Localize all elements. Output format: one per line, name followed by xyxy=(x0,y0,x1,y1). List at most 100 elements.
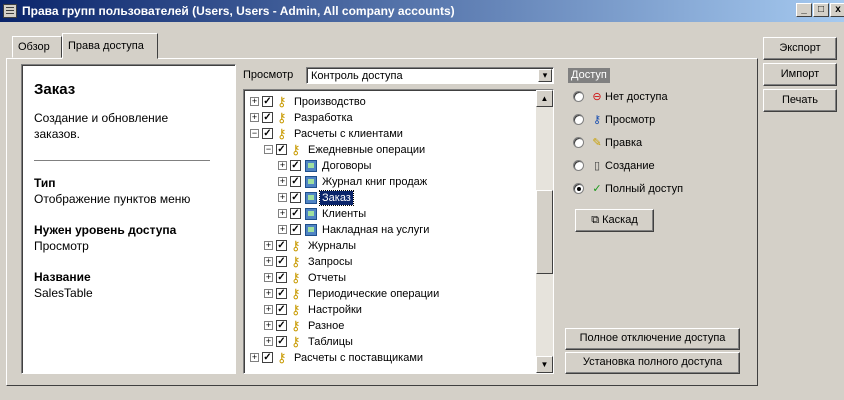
tree-node[interactable]: + ✓ Накладная на услуги xyxy=(244,222,536,238)
tab-access-rights[interactable]: Права доступа xyxy=(62,33,158,59)
expand-icon[interactable]: + xyxy=(264,289,273,298)
tree-checkbox[interactable]: ✓ xyxy=(276,304,287,315)
expand-icon[interactable]: + xyxy=(250,113,259,122)
tree-node[interactable]: + ✓ ⚷ Таблицы xyxy=(244,334,536,350)
tree-checkbox[interactable]: ✓ xyxy=(276,320,287,331)
set-full-access-button[interactable]: Установка полного доступа xyxy=(565,352,740,374)
tree-checkbox[interactable]: ✓ xyxy=(262,96,273,107)
tree-checkbox[interactable]: ✓ xyxy=(276,256,287,267)
tree-checkbox[interactable]: ✓ xyxy=(276,336,287,347)
tree-node-label[interactable]: Расчеты с поставщиками xyxy=(292,352,425,364)
collapse-icon[interactable]: − xyxy=(250,129,259,138)
tree-node[interactable]: + ✓ ⚷ Периодические операции xyxy=(244,286,536,302)
tree-node[interactable]: + ✓ Клиенты xyxy=(244,206,536,222)
view-select-value: Контроль доступа xyxy=(311,70,403,82)
access-radio[interactable] xyxy=(573,114,584,125)
maximize-button[interactable]: □ xyxy=(813,3,829,17)
collapse-icon[interactable]: − xyxy=(264,145,273,154)
export-button[interactable]: Экспорт xyxy=(763,37,837,60)
expand-icon[interactable]: + xyxy=(264,305,273,314)
expand-icon[interactable]: + xyxy=(250,97,259,106)
expand-icon[interactable]: + xyxy=(250,353,259,362)
access-radio[interactable] xyxy=(573,137,584,148)
tree-node-label[interactable]: Накладная на услуги xyxy=(320,224,431,236)
tree-node-label[interactable]: Таблицы xyxy=(306,336,355,348)
tab-overview[interactable]: Обзор xyxy=(12,36,62,58)
tree-node-label[interactable]: Разработка xyxy=(292,112,355,124)
expand-icon[interactable]: + xyxy=(278,193,287,202)
expand-icon[interactable]: + xyxy=(264,257,273,266)
tree-node-label[interactable]: Настройки xyxy=(306,304,364,316)
tree-checkbox[interactable]: ✓ xyxy=(262,112,273,123)
tree-node-label[interactable]: Клиенты xyxy=(320,208,368,220)
tree-checkbox[interactable]: ✓ xyxy=(290,208,301,219)
access-option-label[interactable]: Полный доступ xyxy=(605,183,683,195)
access-radio[interactable] xyxy=(573,160,584,171)
expand-icon[interactable]: + xyxy=(264,337,273,346)
scroll-down-icon[interactable]: ▼ xyxy=(536,356,553,373)
tree-checkbox[interactable]: ✓ xyxy=(276,272,287,283)
import-button[interactable]: Импорт xyxy=(763,63,837,86)
tree-node[interactable]: + ✓ ⚷ Расчеты с поставщиками xyxy=(244,350,536,366)
tree-node-label[interactable]: Разное xyxy=(306,320,346,332)
tree-node[interactable]: + ✓ ⚷ Разработка xyxy=(244,110,536,126)
tree-node[interactable]: + ✓ ⚷ Разное xyxy=(244,318,536,334)
expand-icon[interactable]: + xyxy=(264,241,273,250)
tree-checkbox[interactable]: ✓ xyxy=(290,192,301,203)
tree-node-label[interactable]: Журнал книг продаж xyxy=(320,176,429,188)
tree-checkbox[interactable]: ✓ xyxy=(262,128,273,139)
tree-node[interactable]: + ✓ ⚷ Журналы xyxy=(244,238,536,254)
tree-node-label[interactable]: Расчеты с клиентами xyxy=(292,128,405,140)
access-tree[interactable]: ▲ ▼ + ✓ ⚷ Производство + ✓ ⚷ Разработка − ✓ ⚷ Расче… xyxy=(243,89,554,374)
tree-node-label[interactable]: Заказ xyxy=(319,190,354,206)
tree-node-label[interactable]: Производство xyxy=(292,96,368,108)
tree-node[interactable]: + ✓ ⚷ Отчеты xyxy=(244,270,536,286)
tree-node[interactable]: + ✓ ⚷ Запросы xyxy=(244,254,536,270)
print-button[interactable]: Печать xyxy=(763,89,837,112)
tree-node-label[interactable]: Периодические операции xyxy=(306,288,441,300)
tree-checkbox[interactable]: ✓ xyxy=(276,288,287,299)
scroll-thumb[interactable] xyxy=(536,190,553,274)
access-radio[interactable] xyxy=(573,183,584,194)
close-button[interactable]: x xyxy=(830,3,844,17)
tree-checkbox[interactable]: ✓ xyxy=(276,144,287,155)
scroll-up-icon[interactable]: ▲ xyxy=(536,90,553,107)
expand-icon[interactable]: + xyxy=(278,225,287,234)
tree-node[interactable]: + ✓ Договоры xyxy=(244,158,536,174)
tree-node[interactable]: − ✓ ⚷ Ежедневные операции xyxy=(244,142,536,158)
tree-checkbox[interactable]: ✓ xyxy=(290,224,301,235)
tree-checkbox[interactable]: ✓ xyxy=(290,160,301,171)
tree-node-label[interactable]: Журналы xyxy=(306,240,358,252)
tree-node-label[interactable]: Отчеты xyxy=(306,272,348,284)
cascade-button[interactable]: ⧉ Каскад xyxy=(575,209,654,232)
expand-icon[interactable]: + xyxy=(264,321,273,330)
expand-icon[interactable]: + xyxy=(278,161,287,170)
window-menu-icon[interactable] xyxy=(3,4,17,18)
tree-node-label[interactable]: Ежедневные операции xyxy=(306,144,427,156)
tree-node[interactable]: − ✓ ⚷ Расчеты с клиентами xyxy=(244,126,536,142)
tree-checkbox[interactable]: ✓ xyxy=(262,352,273,363)
tree-node[interactable]: + ✓ Журнал книг продаж xyxy=(244,174,536,190)
minimize-button[interactable]: _ xyxy=(796,3,812,17)
dropdown-icon[interactable]: ▾ xyxy=(538,69,552,82)
tree-node-label[interactable]: Запросы xyxy=(306,256,354,268)
access-option-label[interactable]: Правка xyxy=(605,137,642,149)
tree-node[interactable]: + ✓ Заказ xyxy=(244,190,536,206)
access-level-heading: Нужен уровень доступа xyxy=(34,223,177,237)
tree-scrollbar[interactable]: ▲ ▼ xyxy=(536,90,553,373)
expand-icon[interactable]: + xyxy=(264,273,273,282)
tree-checkbox[interactable]: ✓ xyxy=(290,176,301,187)
tree-node-label[interactable]: Договоры xyxy=(320,160,373,172)
tree-node[interactable]: + ✓ ⚷ Настройки xyxy=(244,302,536,318)
tree-checkbox[interactable]: ✓ xyxy=(276,240,287,251)
tree-node[interactable]: + ✓ ⚷ Производство xyxy=(244,94,536,110)
disable-all-access-button[interactable]: Полное отключение доступа xyxy=(565,328,740,350)
expand-icon[interactable]: + xyxy=(278,209,287,218)
view-select[interactable]: Контроль доступа ▾ xyxy=(306,67,554,84)
access-radio[interactable] xyxy=(573,91,584,102)
menu-item-icon xyxy=(305,176,317,188)
access-option-label[interactable]: Просмотр xyxy=(605,114,655,126)
access-option-label[interactable]: Нет доступа xyxy=(605,91,668,103)
access-option-label[interactable]: Создание xyxy=(605,160,655,172)
expand-icon[interactable]: + xyxy=(278,177,287,186)
